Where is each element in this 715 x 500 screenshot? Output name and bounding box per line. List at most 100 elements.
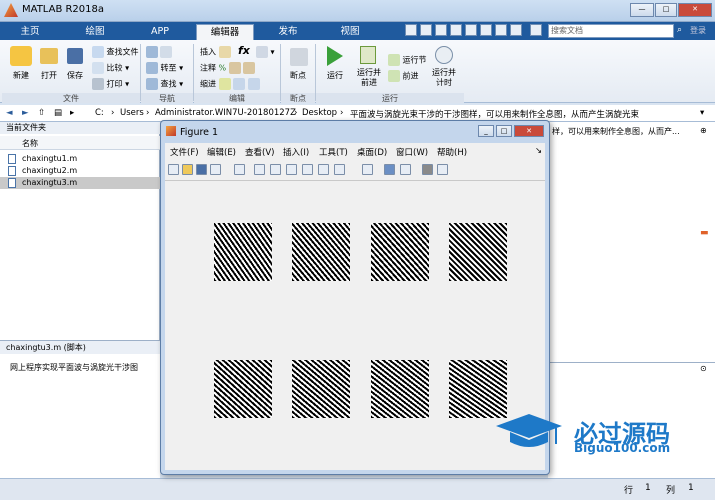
compare-button[interactable]: 比较 ▾ xyxy=(92,62,129,74)
open-button[interactable]: 打开 xyxy=(36,70,62,81)
menu-window[interactable]: 窗口(W) xyxy=(396,146,428,158)
editor-area[interactable] xyxy=(548,122,715,362)
find-button[interactable]: 查找 ▾ xyxy=(146,78,183,90)
crumb-user[interactable]: Administrator.WIN7U-20180127Z xyxy=(155,108,296,118)
menu-file[interactable]: 文件(F) xyxy=(170,146,199,158)
goto-button[interactable]: 转至 ▾ xyxy=(146,62,183,74)
cut-quick-icon[interactable] xyxy=(420,24,432,36)
advance-button[interactable]: 前进 xyxy=(388,70,419,82)
zoom-out-icon[interactable] xyxy=(270,164,281,175)
menu-insert[interactable]: 插入(I) xyxy=(283,146,309,158)
menu-view[interactable]: 查看(V) xyxy=(245,146,274,158)
indent-button[interactable]: 缩进 xyxy=(200,78,260,90)
open-file-icon[interactable] xyxy=(182,164,193,175)
back-forward-buttons[interactable] xyxy=(146,46,172,58)
undo-quick-icon[interactable] xyxy=(465,24,477,36)
tab-editor[interactable]: 编辑器 xyxy=(196,24,254,40)
scroll-marker-icon: ▬ xyxy=(700,228,709,238)
file-row-selected[interactable]: chaxingtu3.m xyxy=(0,177,160,189)
menu-help[interactable]: 帮助(H) xyxy=(437,146,467,158)
print-figure-icon[interactable] xyxy=(210,164,221,175)
nav-forward-icon[interactable]: ► xyxy=(22,108,29,118)
command-window-options-icon[interactable]: ⊙ xyxy=(700,364,707,373)
figure-close-button[interactable]: ✕ xyxy=(514,125,544,137)
nav-back-icon[interactable]: ◄ xyxy=(6,108,13,118)
crumb-separator: › xyxy=(146,108,150,118)
run-button[interactable]: 运行 xyxy=(320,70,350,81)
link-plot-icon[interactable] xyxy=(362,164,373,175)
menu-desktop[interactable]: 桌面(D) xyxy=(357,146,387,158)
hide-plot-tools-icon[interactable] xyxy=(422,164,433,175)
uncomment-icon xyxy=(228,62,241,74)
figure-maximize-button[interactable]: □ xyxy=(496,125,512,137)
crumb-users[interactable]: Users xyxy=(120,108,144,118)
paste-quick-icon[interactable] xyxy=(450,24,462,36)
search-icon[interactable]: ⌕ xyxy=(677,25,687,35)
data-cursor-icon[interactable] xyxy=(318,164,329,175)
advance-icon xyxy=(388,70,400,82)
copy-quick-icon[interactable] xyxy=(435,24,447,36)
address-dropdown-icon[interactable]: ▾ xyxy=(700,108,704,118)
function-fx-button[interactable]: fx xyxy=(238,44,250,57)
zoom-in-icon[interactable] xyxy=(254,164,265,175)
save-button[interactable]: 保存 xyxy=(62,70,88,81)
compare-label: 比较 xyxy=(106,63,123,73)
tab-home[interactable]: 主页 xyxy=(10,24,50,40)
tab-apps[interactable]: APP xyxy=(140,24,180,40)
find-files-button[interactable]: 查找文件 xyxy=(92,46,139,58)
rotate-3d-icon[interactable] xyxy=(302,164,313,175)
help-quick-icon[interactable] xyxy=(510,24,522,36)
minimize-button[interactable]: — xyxy=(630,3,654,17)
tab-publish[interactable]: 发布 xyxy=(268,24,308,40)
insert-icon xyxy=(218,46,231,58)
insert-button[interactable]: 插入 xyxy=(200,46,231,58)
file-row[interactable]: chaxingtu2.m xyxy=(0,165,160,177)
save-figure-icon[interactable] xyxy=(196,164,207,175)
redo-quick-icon[interactable] xyxy=(480,24,492,36)
help-icon[interactable] xyxy=(530,24,542,36)
run-and-advance-button[interactable]: 运行并 前进 xyxy=(352,68,386,88)
editor-tab-title[interactable]: 样，可以用来制作全息图，从而产... xyxy=(552,126,680,137)
menu-edit[interactable]: 编辑(E) xyxy=(207,146,236,158)
back-icon xyxy=(146,46,158,58)
file-row[interactable]: chaxingtu1.m xyxy=(0,153,160,165)
current-folder-header: 当前文件夹 xyxy=(0,122,160,134)
figure-title: Figure 1 xyxy=(180,127,219,138)
new-figure-icon[interactable] xyxy=(168,164,179,175)
maximize-button[interactable]: □ xyxy=(655,3,677,17)
crumb-desktop[interactable]: Desktop xyxy=(302,108,337,118)
breakpoints-button[interactable]: 断点 xyxy=(282,70,314,81)
app-title: MATLAB R2018a xyxy=(22,4,105,15)
name-column-header[interactable]: 名称 xyxy=(0,136,160,150)
m-file-icon xyxy=(8,178,16,188)
smart-indent-icon xyxy=(218,78,231,90)
edit-plot-icon[interactable] xyxy=(234,164,245,175)
new-button[interactable]: 新建 xyxy=(5,70,37,81)
up-folder-icon[interactable]: ⇧ xyxy=(38,108,45,118)
crumb-drive[interactable]: C: xyxy=(95,108,104,118)
editor-options-icon[interactable]: ⊕ xyxy=(700,126,707,135)
tab-plots[interactable]: 绘图 xyxy=(75,24,115,40)
insert-legend-icon[interactable] xyxy=(400,164,411,175)
login-link[interactable]: 登录 xyxy=(690,25,706,36)
run-section-button[interactable]: 运行节 xyxy=(388,54,427,66)
print-button[interactable]: 打印 ▾ xyxy=(92,78,129,90)
browse-folder-icon[interactable]: ▤ xyxy=(54,108,62,118)
run-and-time-button[interactable]: 运行并 计时 xyxy=(428,68,460,88)
insert-colorbar-icon[interactable] xyxy=(384,164,395,175)
menu-dock-icon[interactable]: ↘ xyxy=(535,146,542,156)
details-header: chaxingtu3.m (脚本) xyxy=(0,340,160,354)
search-documentation-input[interactable]: 搜索文档 xyxy=(548,24,674,38)
switch-windows-icon[interactable] xyxy=(495,24,507,36)
close-button[interactable]: ✕ xyxy=(678,3,712,17)
brush-icon[interactable] xyxy=(334,164,345,175)
tab-view[interactable]: 视图 xyxy=(330,24,370,40)
figure-minimize-button[interactable]: _ xyxy=(478,125,494,137)
menu-tools[interactable]: 工具(T) xyxy=(319,146,348,158)
crumb-project-folder[interactable]: 平面波与涡旋光束干涉的干涉图样，可以用来制作全息图，从而产生涡旋光束 xyxy=(350,108,680,120)
show-plot-tools-icon[interactable] xyxy=(437,164,448,175)
save-quick-icon[interactable] xyxy=(405,24,417,36)
comment-button[interactable]: 注释 % xyxy=(200,62,256,74)
edit-options-icon[interactable]: ▾ xyxy=(256,46,275,58)
pan-icon[interactable] xyxy=(286,164,297,175)
